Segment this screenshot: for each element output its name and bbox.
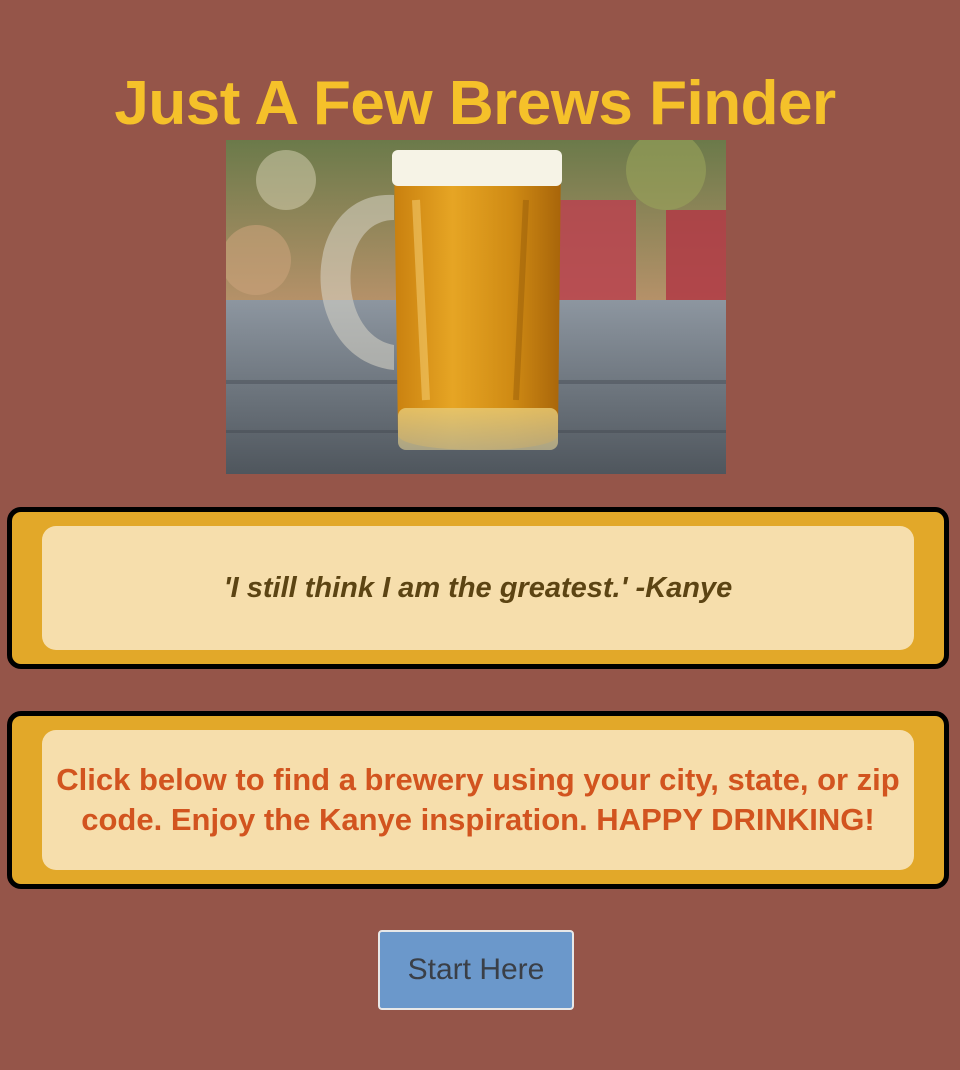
instructions-card: Click below to find a brewery using your… <box>7 711 949 889</box>
start-here-button[interactable]: Start Here <box>378 930 574 1010</box>
kanye-quote: 'I still think I am the greatest.' -Kany… <box>223 571 733 604</box>
quote-panel: 'I still think I am the greatest.' -Kany… <box>42 526 914 650</box>
instructions-text: Click below to find a brewery using your… <box>56 762 900 837</box>
page-title: Just A Few Brews Finder <box>114 68 836 138</box>
quote-card: 'I still think I am the greatest.' -Kany… <box>7 507 949 669</box>
beer-mug-image <box>226 140 726 474</box>
instructions-panel: Click below to find a brewery using your… <box>42 730 914 870</box>
